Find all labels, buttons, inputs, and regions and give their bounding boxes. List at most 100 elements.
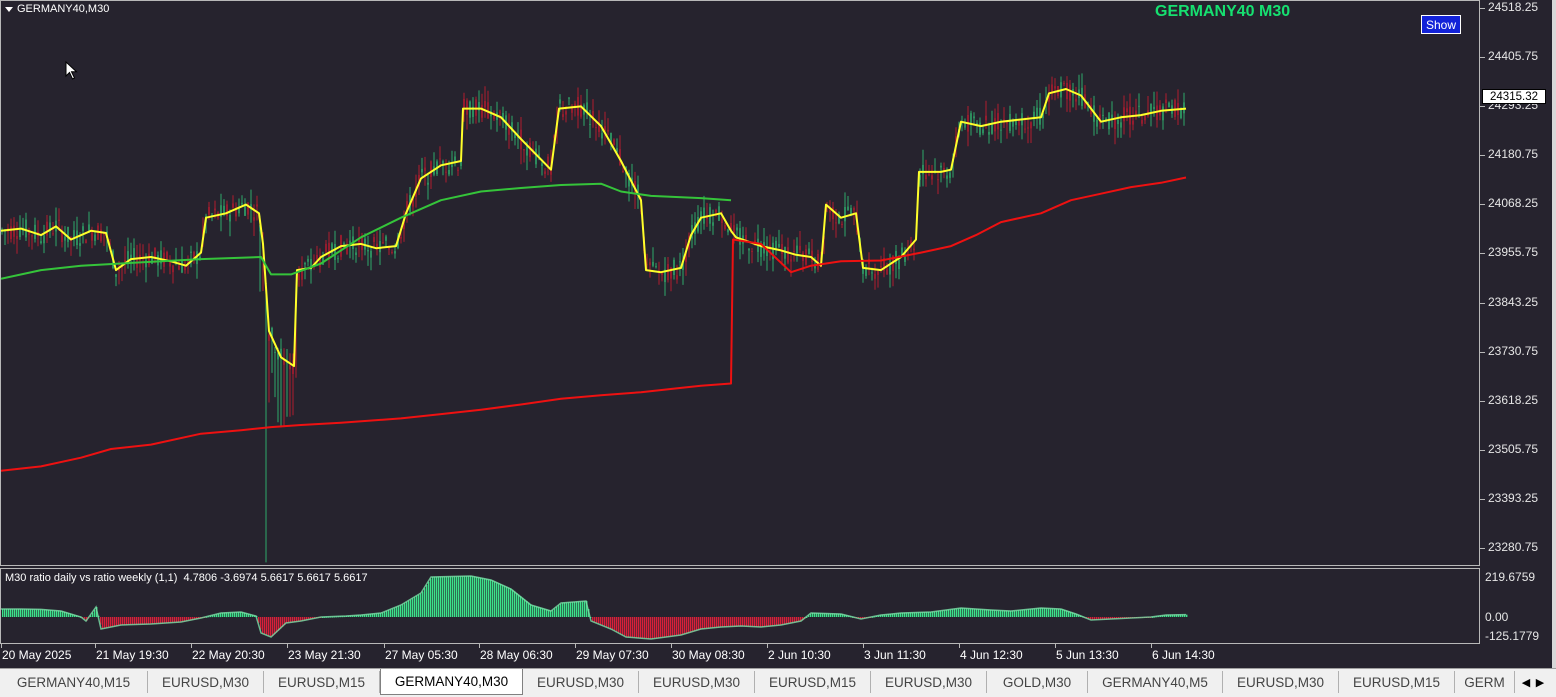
histogram-bar [404, 603, 406, 617]
candle-body [937, 179, 939, 181]
candle-body [373, 237, 375, 242]
candle-body [874, 273, 876, 279]
tab-eurusd-m15[interactable]: EURUSD,M15 [755, 671, 871, 693]
indicator-tick-label: 219.6759 [1485, 570, 1536, 584]
histogram-bar [538, 607, 540, 617]
histogram-bar [654, 617, 656, 639]
candle-body [565, 111, 567, 115]
tab-germany40-m30[interactable]: GERMANY40,M30 [380, 669, 523, 695]
histogram-bar [712, 617, 714, 628]
time-tick-mark [671, 644, 672, 648]
histogram-bar [1042, 608, 1044, 617]
candle-body [325, 243, 327, 252]
candle-body [523, 149, 525, 151]
tab-eurusd-m30[interactable]: EURUSD,M30 [1223, 671, 1339, 693]
histogram-bar [1052, 608, 1054, 617]
candle-body [166, 251, 168, 259]
price-plot[interactable] [1, 1, 1479, 565]
histogram-bar [614, 617, 616, 631]
tab-germany40-m15[interactable]: GERMANY40,M15 [0, 671, 148, 693]
histogram-bar [598, 617, 600, 624]
histogram-bar [1050, 608, 1052, 617]
candle-body [949, 172, 951, 178]
tab-eurusd-m15[interactable]: EURUSD,M15 [1339, 671, 1455, 693]
histogram-bar [154, 617, 156, 624]
histogram-bar [566, 602, 568, 617]
candle-body [1153, 106, 1155, 109]
histogram-bar [760, 617, 762, 627]
symbol-text: GERMANY40,M30 [17, 3, 110, 15]
candle-body [871, 272, 873, 274]
tab-eurusd-m30[interactable]: EURUSD,M30 [871, 671, 987, 693]
histogram-bar [392, 608, 394, 617]
candle-body [760, 246, 762, 257]
histogram-bar [700, 617, 702, 630]
candle-body [154, 247, 156, 258]
price-tick-mark [1480, 400, 1485, 402]
candle-body [148, 253, 150, 265]
chevron-right-icon[interactable]: ▶ [1532, 673, 1548, 691]
candle-body [835, 222, 837, 224]
price-tick-mark [1480, 548, 1485, 549]
histogram-bar [54, 610, 56, 617]
price-tick-label: 24068.25 [1488, 196, 1539, 211]
tab-eurusd-m30[interactable]: EURUSD,M30 [523, 671, 639, 693]
histogram-bar [432, 577, 434, 617]
histogram-bar [276, 617, 278, 633]
histogram-bar [486, 579, 488, 617]
candle-body [157, 255, 159, 266]
histogram-bar [698, 617, 700, 630]
histogram-bar [774, 617, 776, 626]
candle-body [898, 260, 900, 270]
tab-eurusd-m15[interactable]: EURUSD,M15 [264, 671, 380, 693]
histogram-bar [778, 617, 780, 626]
show-button[interactable]: Show [1421, 15, 1461, 34]
candle-body [808, 248, 810, 255]
candle-body [484, 101, 486, 108]
tab-eurusd-m30[interactable]: EURUSD,M30 [148, 671, 264, 693]
histogram-bar [1016, 610, 1018, 617]
candle-body [172, 265, 174, 273]
candle-body [796, 245, 798, 254]
tab-germ[interactable]: GERM [1455, 671, 1515, 693]
tab-germany40-m5[interactable]: GERMANY40,M5 [1088, 671, 1223, 693]
histogram-bar [128, 617, 130, 625]
histogram-bar [642, 617, 644, 639]
triangle-down-icon[interactable] [5, 6, 13, 12]
candle-body [748, 248, 750, 251]
histogram-bar [172, 617, 174, 623]
histogram-bar [442, 576, 444, 617]
candles [1, 73, 1185, 563]
candle-body [394, 251, 396, 254]
histogram-bar [422, 591, 424, 617]
histogram-bar [478, 577, 480, 617]
candle-body [289, 365, 291, 370]
indicator-lines [1, 88, 1187, 472]
histogram-bar [936, 611, 938, 617]
candle-body [367, 250, 369, 252]
histogram-bar [784, 617, 786, 625]
symbol-label[interactable]: GERMANY40,M30 [5, 3, 109, 15]
tab-eurusd-m30[interactable]: EURUSD,M30 [639, 671, 755, 693]
histogram-bar [26, 609, 28, 617]
histogram-bar [106, 617, 108, 628]
candle-body [1180, 109, 1182, 118]
histogram-bar [1048, 608, 1050, 617]
histogram-bar [10, 609, 12, 617]
main-price-chart[interactable]: GERMANY40,M30 GERMANY40 M30 Show [0, 0, 1480, 566]
histogram-bar [524, 599, 526, 617]
histogram-bar [1018, 610, 1020, 617]
candle-body [454, 156, 456, 162]
candle-body [1111, 114, 1113, 119]
histogram-bar [116, 617, 118, 626]
candle-body [499, 111, 501, 113]
candle-body [778, 243, 780, 247]
histogram-bar [146, 617, 148, 625]
tab-gold-m30[interactable]: GOLD,M30 [987, 671, 1088, 693]
histogram-bar [494, 581, 496, 617]
candle-body [307, 258, 309, 262]
time-tick-mark [575, 644, 576, 648]
candle-body [1174, 100, 1176, 117]
chart-window[interactable]: GERMANY40,M30 GERMANY40 M30 Show 24518.2… [0, 0, 1556, 668]
time-tick-label: 22 May 20:30 [192, 648, 265, 662]
